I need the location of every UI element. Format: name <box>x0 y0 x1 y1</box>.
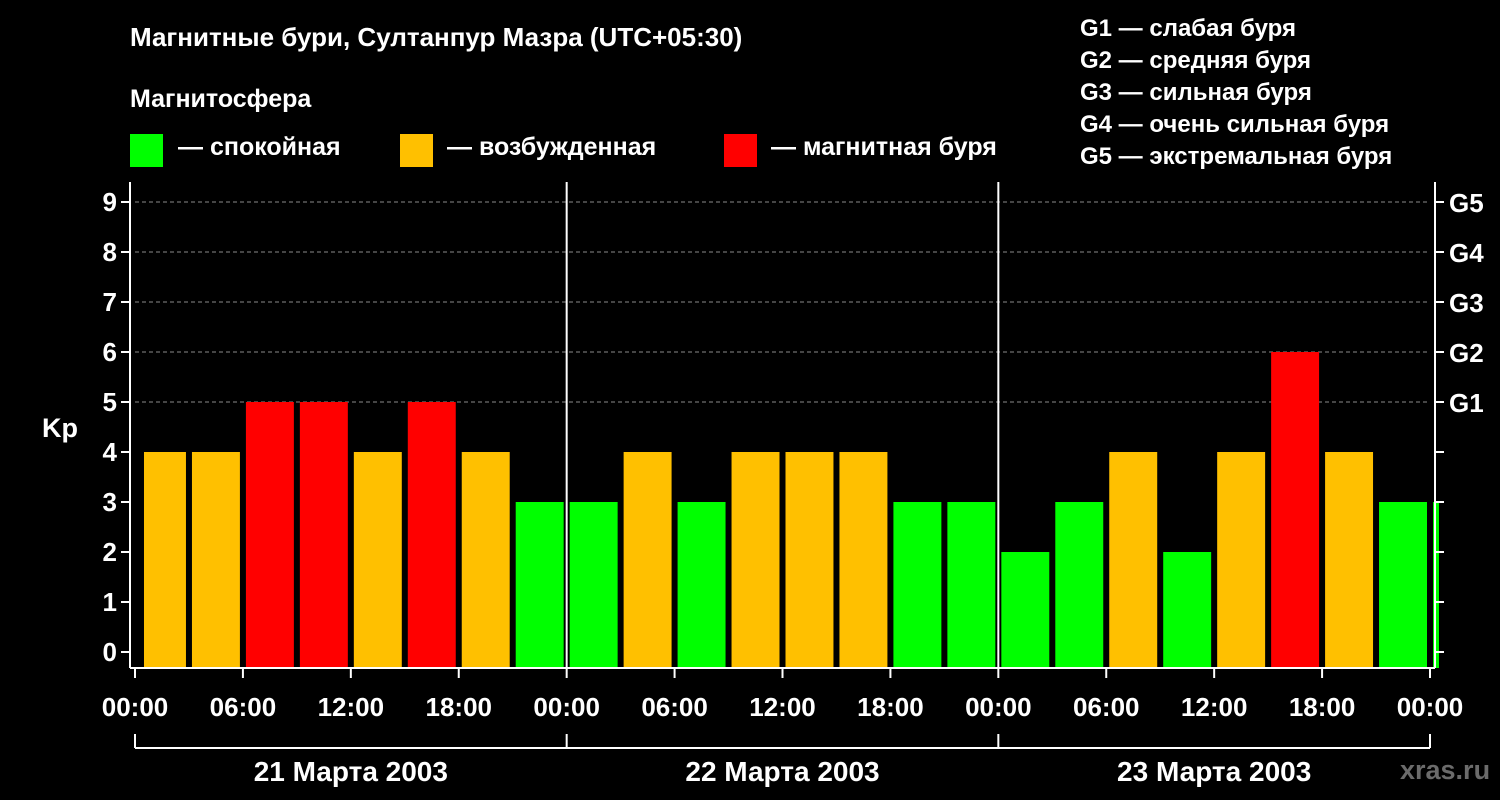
kp-bar <box>677 502 726 668</box>
x-tick-label: 00:00 <box>965 692 1032 722</box>
kp-bar <box>1109 452 1158 668</box>
x-tick-label: 12:00 <box>1181 692 1248 722</box>
storm-level-label: G3 <box>1449 288 1484 318</box>
storm-level-label: G1 <box>1449 388 1484 418</box>
kp-bar <box>839 452 888 668</box>
x-tick-label: 18:00 <box>1289 692 1356 722</box>
kp-bar <box>191 452 240 668</box>
kp-bar <box>299 402 348 668</box>
x-tick-label: 18:00 <box>857 692 924 722</box>
y-tick-label: 6 <box>103 337 117 367</box>
day-label: 22 Марта 2003 <box>685 756 879 787</box>
x-tick-label: 00:00 <box>102 692 169 722</box>
storm-level-label: G2 <box>1449 338 1484 368</box>
kp-bar <box>515 502 564 668</box>
kp-bar <box>1163 552 1212 668</box>
kp-bar <box>407 402 456 668</box>
kp-bar <box>1217 452 1266 668</box>
kp-bar <box>731 452 780 668</box>
kp-bar <box>893 502 942 668</box>
x-tick-label: 06:00 <box>641 692 708 722</box>
day-label: 23 Марта 2003 <box>1117 756 1311 787</box>
kp-bar <box>1379 502 1427 668</box>
watermark: xras.ru <box>1400 755 1491 785</box>
kp-bar <box>785 452 834 668</box>
kp-bar <box>1271 352 1320 668</box>
y-tick-label: 5 <box>103 387 117 417</box>
y-tick-label: 1 <box>103 587 117 617</box>
storm-level-label: G4 <box>1449 238 1484 268</box>
y-axis-title: Kp <box>42 413 78 443</box>
y-tick-label: 9 <box>103 187 117 217</box>
kp-bar <box>245 402 294 668</box>
kp-bar <box>143 452 186 668</box>
y-tick-label: 3 <box>103 487 117 517</box>
kp-bar <box>1055 502 1104 668</box>
storm-level-label: G5 <box>1449 188 1484 218</box>
x-tick-label: 06:00 <box>1073 692 1140 722</box>
kp-bar <box>569 502 618 668</box>
y-tick-label: 4 <box>103 437 118 467</box>
x-tick-label: 00:00 <box>533 692 600 722</box>
kp-bar <box>623 452 672 668</box>
x-tick-label: 12:00 <box>749 692 816 722</box>
x-tick-label: 12:00 <box>318 692 385 722</box>
x-tick-label: 18:00 <box>426 692 493 722</box>
kp-bar <box>1325 452 1374 668</box>
x-tick-label: 00:00 <box>1397 692 1464 722</box>
y-tick-label: 7 <box>103 287 117 317</box>
x-tick-label: 06:00 <box>210 692 277 722</box>
kp-bar <box>353 452 402 668</box>
y-tick-label: 8 <box>103 237 117 267</box>
y-tick-label: 0 <box>103 637 117 667</box>
kp-bar <box>461 452 510 668</box>
kp-bar-chart: 0 1 2 3 4 5 6 7 8 9 G1 G2 G3 G4 G5 Kp 00:00 06:00 12:00 18:… <box>42 182 1484 787</box>
day-label: 21 Марта 2003 <box>254 756 448 787</box>
y-tick-label: 2 <box>103 537 117 567</box>
kp-bar <box>947 502 996 668</box>
kp-bar <box>1001 552 1050 668</box>
